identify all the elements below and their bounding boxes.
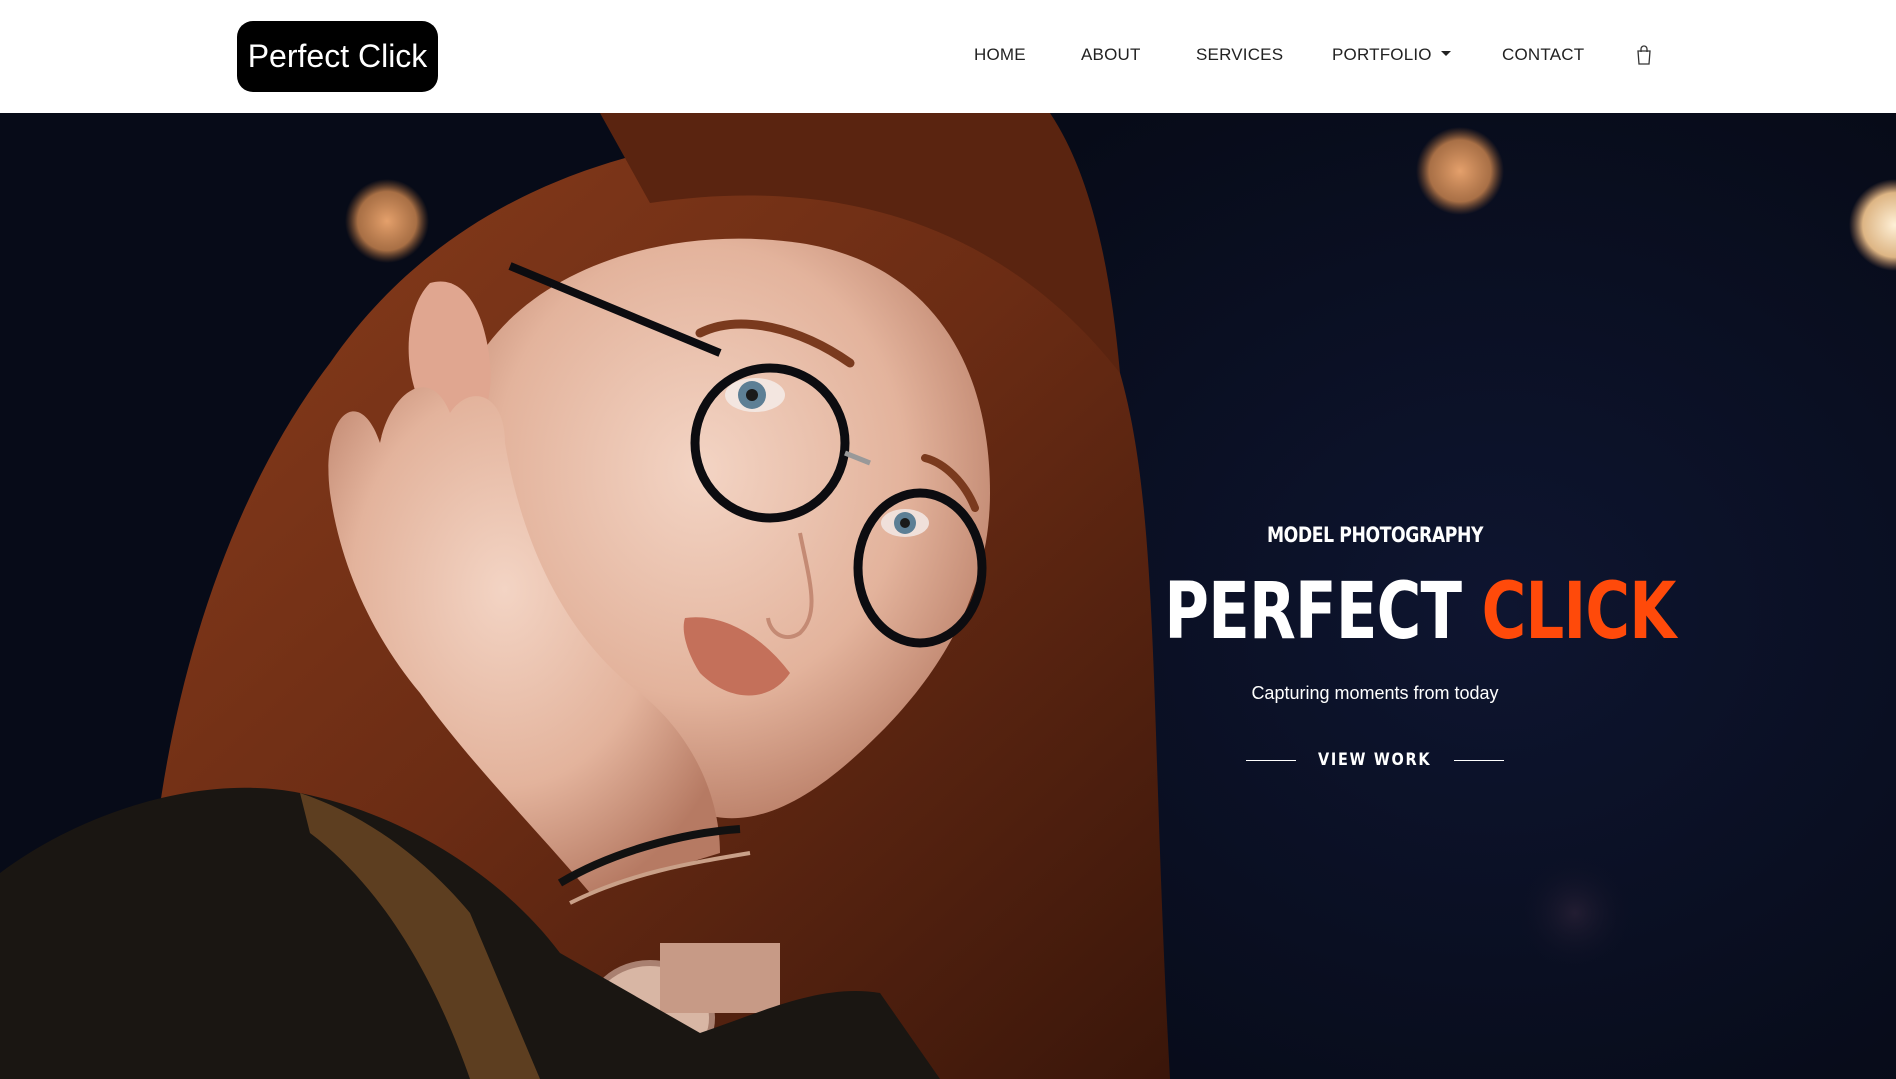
cta-line-right: [1453, 759, 1504, 761]
hero-headline: PERFECT CLICK: [1164, 567, 1676, 657]
hero-content: MODEL PHOTOGRAPHY PERFECT CLICK Capturin…: [1105, 523, 1676, 770]
nav-item-about[interactable]: ABOUT: [1081, 45, 1141, 65]
nav-item-services[interactable]: SERVICES: [1196, 45, 1283, 65]
view-work-label: VIEW WORK: [1318, 750, 1432, 770]
chevron-down-icon: [1440, 51, 1451, 57]
shopping-bag-icon[interactable]: [1636, 45, 1652, 65]
hero-eyebrow: MODEL PHOTOGRAPHY: [1266, 523, 1484, 547]
hero-tagline: Capturing moments from today: [1251, 683, 1499, 703]
hero-section: MODEL PHOTOGRAPHY PERFECT CLICK Capturin…: [0, 113, 1896, 1079]
nav-item-portfolio[interactable]: PORTFOLIO: [1332, 45, 1451, 65]
nav-item-portfolio-label: PORTFOLIO: [1332, 45, 1432, 64]
nav-item-contact[interactable]: CONTACT: [1502, 45, 1584, 65]
hero-headline-part1: PERFECT: [1164, 567, 1462, 657]
site-header: Perfect Click HOME ABOUT SERVICES PORTFO…: [0, 0, 1896, 113]
hero-headline-part2: CLICK: [1481, 567, 1677, 657]
main-nav: HOME ABOUT SERVICES PORTFOLIO CONTACT: [0, 0, 1896, 113]
cta-line-left: [1246, 759, 1297, 761]
view-work-button[interactable]: VIEW WORK: [1246, 750, 1504, 770]
nav-item-home[interactable]: HOME: [974, 45, 1026, 65]
